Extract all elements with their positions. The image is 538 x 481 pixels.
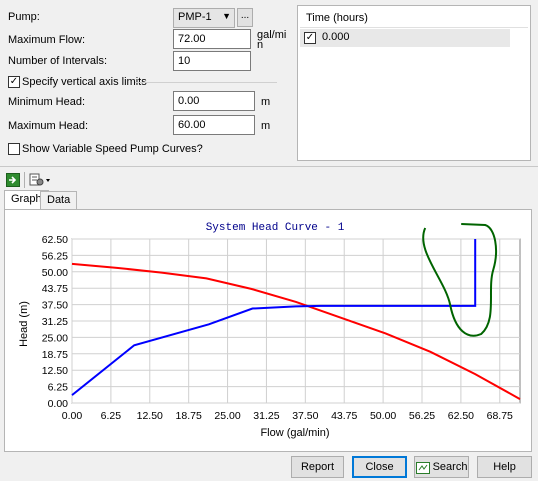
variable-speed-checkbox[interactable] xyxy=(8,143,20,155)
settings-menu-icon[interactable] xyxy=(29,172,51,188)
x-tick-label: 31.25 xyxy=(253,410,279,422)
x-tick-label: 62.50 xyxy=(448,410,474,422)
y-tick-label: 43.75 xyxy=(42,283,68,295)
min-head-unit: m xyxy=(261,96,271,108)
system-head-chart: System Head Curve - 1 62.50 56.25 50.00 43.… xyxy=(18,222,521,439)
tab-data[interactable]: Data xyxy=(40,191,78,209)
go-arrow-icon[interactable] xyxy=(6,173,20,187)
search-icon xyxy=(415,461,430,475)
x-tick-label: 56.25 xyxy=(409,410,435,422)
max-head-unit: m xyxy=(261,120,271,132)
min-head-input[interactable] xyxy=(173,91,255,111)
x-tick-label: 37.50 xyxy=(292,410,318,422)
x-tick-label: 6.25 xyxy=(101,410,122,422)
max-head-label: Maximum Head: xyxy=(8,120,89,132)
min-head-label: Minimum Head: xyxy=(8,96,86,108)
x-axis-label: Flow (gal/min) xyxy=(260,427,329,439)
x-tick-label: 50.00 xyxy=(370,410,396,422)
x-tick-label: 18.75 xyxy=(176,410,202,422)
specify-limits-label: Specify vertical axis limits xyxy=(22,76,147,88)
toolbar-separator xyxy=(24,172,25,188)
y-tick-label: 12.50 xyxy=(42,365,68,377)
specify-limits-checkbox[interactable]: ✓ xyxy=(8,76,20,88)
toolbar-divider xyxy=(0,166,538,167)
max-flow-unit: gal/mi n xyxy=(257,29,287,51)
max-flow-label: Maximum Flow: xyxy=(8,34,86,46)
x-tick-label: 68.75 xyxy=(487,410,513,422)
time-item-checkbox[interactable]: ✓ xyxy=(304,32,316,44)
time-item-label: 0.000 xyxy=(322,31,350,43)
time-list-item[interactable]: ✓ 0.000 xyxy=(300,29,510,47)
y-axis-label: Head (m) xyxy=(18,301,30,347)
pump-label: Pump: xyxy=(8,11,40,23)
group-divider xyxy=(135,82,277,83)
y-tick-label: 18.75 xyxy=(42,349,68,361)
pump-browse-button[interactable]: ... xyxy=(237,8,253,27)
pump-select[interactable]: PMP-1 ▼ xyxy=(173,8,235,28)
x-tick-label: 12.50 xyxy=(137,410,163,422)
chevron-down-icon: ▼ xyxy=(222,11,231,21)
chart-title: System Head Curve - 1 xyxy=(206,222,345,234)
help-button[interactable]: Help xyxy=(477,456,532,478)
max-flow-input[interactable] xyxy=(173,29,251,49)
y-tick-label: 25.00 xyxy=(42,332,68,344)
y-tick-label: 6.25 xyxy=(48,382,69,394)
variable-speed-label: Show Variable Speed Pump Curves? xyxy=(22,143,203,155)
y-tick-label: 62.50 xyxy=(42,234,68,246)
x-tick-label: 0.00 xyxy=(62,410,83,422)
x-tick-label: 43.75 xyxy=(331,410,357,422)
time-list-header: Time (hours) xyxy=(300,8,528,28)
search-button[interactable]: Search xyxy=(414,456,469,478)
y-tick-label: 31.25 xyxy=(42,316,68,328)
x-tick-label: 25.00 xyxy=(214,410,240,422)
chart-panel: System Head Curve - 1 62.50 56.25 50.00 43.… xyxy=(4,209,532,452)
pump-select-value: PMP-1 xyxy=(178,11,212,23)
intervals-label: Number of Intervals: xyxy=(8,55,108,67)
y-tick-label: 56.25 xyxy=(42,250,68,262)
intervals-input[interactable] xyxy=(173,51,251,71)
y-tick-label: 50.00 xyxy=(42,267,68,279)
time-list[interactable]: Time (hours) ✓ 0.000 xyxy=(297,5,531,161)
y-tick-label: 0.00 xyxy=(48,398,69,410)
report-button[interactable]: Report xyxy=(291,456,344,478)
y-tick-label: 37.50 xyxy=(42,300,68,312)
max-head-input[interactable] xyxy=(173,115,255,135)
search-button-label: Search xyxy=(432,461,468,473)
close-button[interactable]: Close xyxy=(352,456,407,478)
